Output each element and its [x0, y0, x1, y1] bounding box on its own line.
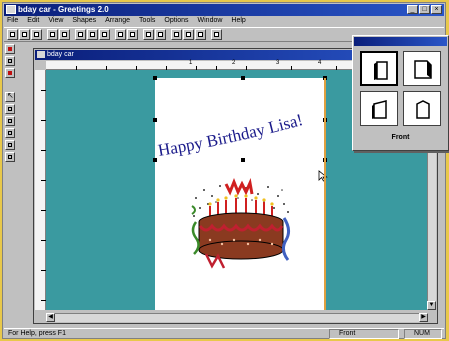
fill-tool-icon[interactable] — [5, 68, 15, 78]
title-bar[interactable]: bday car - Greetings 2.0 _ □ × — [4, 4, 444, 16]
tool-palette — [4, 44, 16, 326]
text-box-tool-icon[interactable] — [5, 116, 15, 126]
scroll-right-icon[interactable]: ▶ — [419, 313, 428, 322]
menu-help[interactable]: Help — [231, 16, 245, 26]
inside-right-page-button[interactable] — [403, 91, 441, 126]
minimize-button[interactable]: _ — [407, 5, 418, 14]
panel-page-label: Front — [391, 134, 410, 141]
copy-icon[interactable] — [87, 29, 98, 40]
help-icon[interactable] — [211, 29, 222, 40]
back-page-button[interactable] — [403, 51, 441, 86]
selection-handle[interactable] — [153, 158, 157, 162]
rectangle-tool-icon[interactable] — [5, 128, 15, 138]
app-window: bday car - Greetings 2.0 _ □ × File Edit… — [2, 2, 449, 339]
status-bar: For Help, press F1 Front NUM — [4, 328, 444, 339]
paste-icon[interactable] — [99, 29, 110, 40]
window-controls: _ □ × — [407, 5, 442, 14]
inside-left-page-icon — [372, 100, 387, 119]
selection-handle[interactable] — [241, 76, 245, 80]
bring-forward-icon[interactable] — [155, 29, 166, 40]
text-tool-icon[interactable] — [183, 29, 194, 40]
menu-options[interactable]: Options — [164, 16, 188, 26]
ruler-number: 4 — [318, 60, 322, 66]
document-icon[interactable] — [37, 51, 45, 58]
pointer-tool-icon[interactable] — [5, 91, 15, 102]
selection-handle[interactable] — [241, 158, 245, 162]
print-preview-icon[interactable] — [59, 29, 70, 40]
app-icon[interactable] — [6, 5, 16, 14]
ruler-number: 3 — [276, 60, 280, 66]
cut-icon[interactable] — [75, 29, 86, 40]
clipart-icon[interactable] — [195, 29, 206, 40]
picture-tool-icon[interactable] — [5, 152, 15, 162]
menu-tools[interactable]: Tools — [139, 16, 155, 26]
maximize-button[interactable]: □ — [419, 5, 430, 14]
vertical-ruler — [35, 70, 46, 310]
menu-edit[interactable]: Edit — [27, 16, 39, 26]
back-page-icon — [414, 60, 432, 79]
selection-handle[interactable] — [323, 118, 327, 122]
redo-icon[interactable] — [127, 29, 138, 40]
new-file-icon[interactable] — [7, 29, 18, 40]
selection-handle[interactable] — [323, 158, 327, 162]
open-folder-icon[interactable] — [19, 29, 30, 40]
scroll-down-icon[interactable]: ▼ — [427, 301, 436, 310]
status-num-lock: NUM — [414, 330, 430, 337]
menu-file[interactable]: File — [7, 16, 18, 26]
status-page-text: Front — [339, 330, 356, 337]
selection-handle[interactable] — [323, 76, 327, 80]
menu-bar: File Edit View Shapes Arrange Tools Opti… — [4, 16, 444, 26]
front-page-button[interactable] — [360, 51, 398, 86]
mouse-cursor-icon — [318, 170, 328, 182]
birthday-cake-clipart[interactable] — [186, 178, 296, 278]
page-view-panel: Front — [352, 35, 449, 151]
selection-handle[interactable] — [153, 118, 157, 122]
horizontal-scrollbar[interactable]: ◀ ▶ — [46, 313, 428, 322]
document-title: bday car — [47, 51, 74, 58]
scroll-left-icon[interactable]: ◀ — [46, 313, 55, 322]
menu-window[interactable]: Window — [198, 16, 223, 26]
status-help-text: For Help, press F1 — [8, 330, 66, 337]
inside-right-page-icon — [416, 100, 430, 119]
color-tool-icon[interactable] — [5, 44, 15, 54]
menu-arrange[interactable]: Arrange — [105, 16, 130, 26]
close-button[interactable]: × — [431, 5, 442, 14]
panel-title-bar[interactable] — [354, 37, 447, 46]
ellipse-tool-icon[interactable] — [5, 140, 15, 150]
shape-tool-icon[interactable] — [171, 29, 182, 40]
undo-icon[interactable] — [115, 29, 126, 40]
inside-left-page-button[interactable] — [360, 91, 398, 126]
save-icon[interactable] — [31, 29, 42, 40]
print-icon[interactable] — [47, 29, 58, 40]
line-tool-icon[interactable] — [5, 104, 15, 114]
ruler-number: 1 — [189, 60, 193, 66]
front-page-icon — [374, 61, 388, 80]
menu-shapes[interactable]: Shapes — [72, 16, 96, 26]
app-title: bday car - Greetings 2.0 — [18, 5, 109, 14]
selection-handle[interactable] — [153, 76, 157, 80]
frame-tool-icon[interactable] — [5, 56, 15, 66]
menu-view[interactable]: View — [48, 16, 63, 26]
ruler-number: 2 — [232, 60, 236, 66]
zoom-icon[interactable] — [143, 29, 154, 40]
